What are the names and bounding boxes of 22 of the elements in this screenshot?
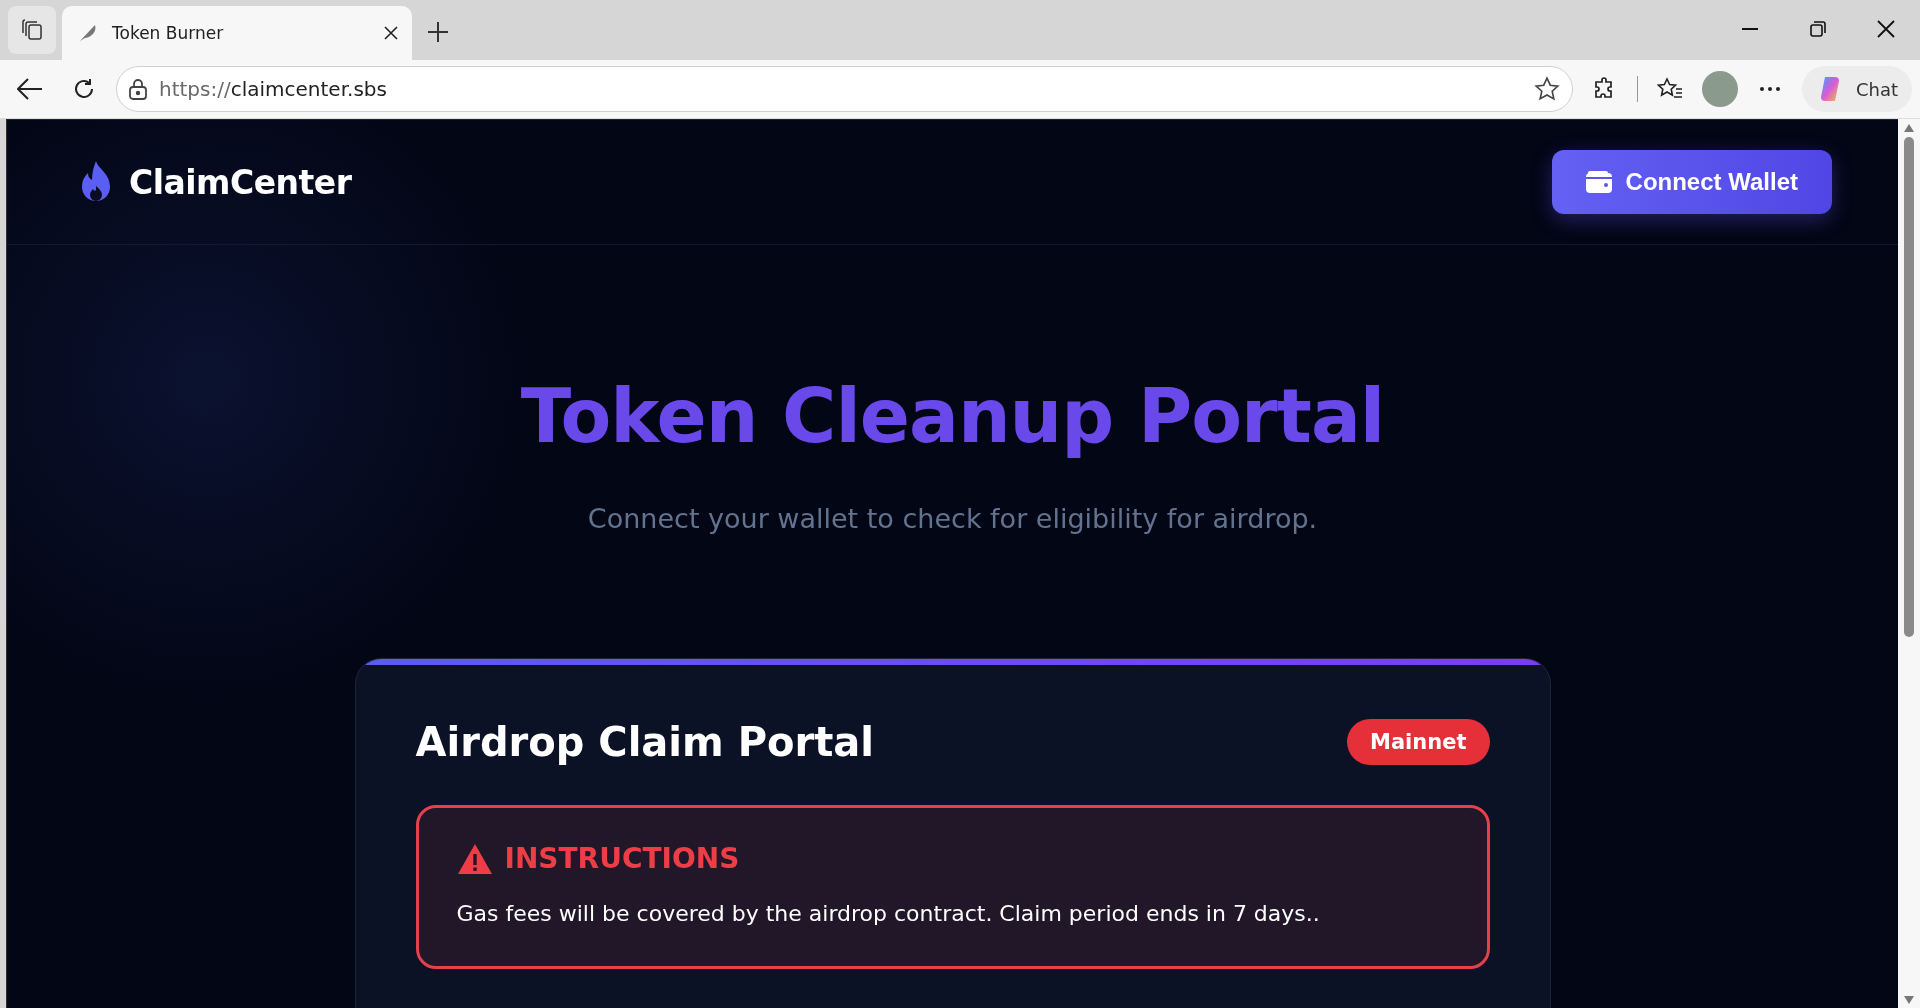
card-title: Airdrop Claim Portal — [415, 719, 874, 765]
browser-tab[interactable]: Token Burner — [62, 6, 412, 60]
connect-wallet-button[interactable]: Connect Wallet — [1551, 150, 1832, 214]
scrollbar-thumb[interactable] — [1904, 137, 1914, 637]
site-logo[interactable]: ClaimCenter — [129, 162, 352, 202]
lock-icon — [129, 78, 147, 100]
instructions-heading: INSTRUCTIONS — [504, 842, 740, 875]
address-bar[interactable]: https://claimcenter.sbs — [116, 66, 1573, 112]
workspaces-icon[interactable] — [8, 6, 56, 54]
feather-icon — [78, 23, 98, 43]
wallet-icon — [1585, 171, 1612, 193]
star-icon[interactable] — [1533, 76, 1560, 102]
hero-subtitle: Connect your wallet to check for eligibility for airdrop. — [586, 503, 1319, 534]
instructions-text: Gas fees will be covered by the airdrop contract. Claim period ends in 7 days.. — [456, 901, 1321, 926]
scroll-up-icon[interactable] — [1903, 123, 1915, 133]
close-tab-icon[interactable] — [384, 26, 398, 40]
hero-title: Token Cleanup Portal — [519, 373, 1386, 459]
chat-button[interactable]: Chat — [1801, 66, 1912, 112]
network-badge: Mainnet — [1347, 719, 1490, 765]
warning-icon — [456, 842, 493, 875]
avatar-icon[interactable] — [1701, 71, 1738, 107]
scroll-down-icon[interactable] — [1903, 995, 1915, 1005]
